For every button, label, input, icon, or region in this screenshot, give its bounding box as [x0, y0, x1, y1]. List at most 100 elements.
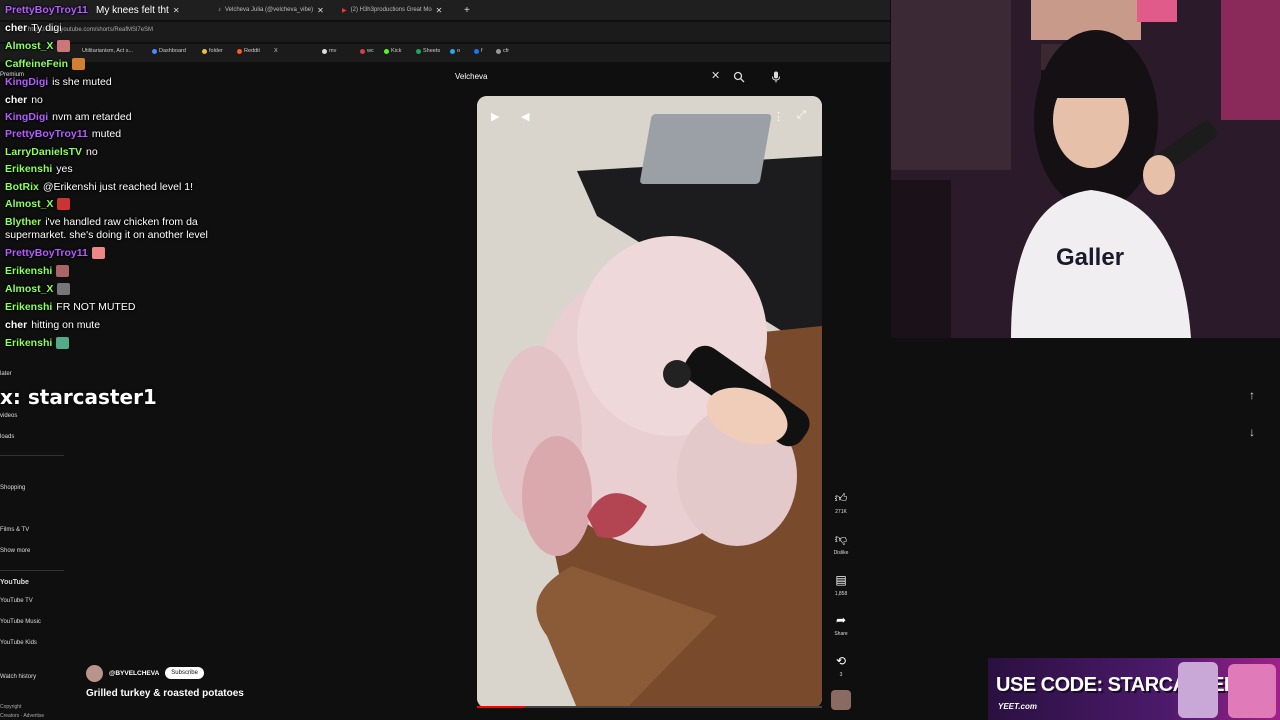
chat-username[interactable]: Almost_X	[5, 40, 53, 52]
search-icon[interactable]	[733, 70, 747, 84]
chat-username[interactable]: Erikenshi	[5, 163, 52, 175]
volume-icon[interactable]: ◀	[521, 110, 529, 123]
chat-username[interactable]: Blyther	[5, 216, 41, 228]
webcam-feed: Galler	[891, 0, 1280, 338]
microphone-icon[interactable]	[771, 70, 785, 84]
chat-message: PrettyBoyTroy11	[5, 247, 105, 259]
bookmark-item[interactable]: f	[474, 48, 483, 54]
subscribe-button[interactable]: Subscribe	[165, 667, 204, 679]
browser-tab-bar: My knees felt tht ✕ ♪ Velcheva Julia (@v…	[0, 0, 890, 20]
bookmark-item[interactable]: X	[274, 48, 278, 54]
bookmark-item[interactable]: mv	[322, 48, 336, 54]
bookmark-item[interactable]: wc	[360, 48, 374, 54]
avatar[interactable]	[86, 664, 103, 682]
sidebar-item-youtube-tv[interactable]: YouTube TV	[0, 598, 33, 604]
clear-icon[interactable]: ✕	[711, 69, 720, 82]
footer-link[interactable]: Copyright	[0, 704, 21, 710]
wc-icon	[360, 48, 365, 54]
chat-username[interactable]: KingDigi	[5, 76, 48, 88]
tab-active[interactable]: My knees felt tht ✕	[96, 2, 206, 18]
chat-username[interactable]: cher	[5, 22, 27, 34]
share-button[interactable]: ➦ Share	[831, 610, 851, 637]
chat-message: LarryDanielsTV no	[5, 146, 98, 158]
tab-velcheva[interactable]: ♪ Velcheva Julia (@velcheva_vibe) ✕	[218, 2, 330, 18]
chat-username[interactable]: CaffeineFein	[5, 58, 68, 70]
bookmark-item[interactable]: Dashboard	[152, 48, 186, 54]
more-options-icon[interactable]: ⋮	[773, 110, 784, 123]
play-icon[interactable]: ▶	[491, 110, 499, 123]
bookmark-item[interactable]: Kick	[384, 48, 401, 54]
chat-username[interactable]: LarryDanielsTV	[5, 146, 82, 158]
fullscreen-icon[interactable]: ⤢	[797, 109, 806, 122]
sidebar-item-films[interactable]: Films & TV	[0, 527, 29, 533]
sidebar-item-later[interactable]: later	[0, 371, 12, 377]
tab-h3h3[interactable]: ▶ (2) H3h3productions Great Mo ✕	[342, 2, 454, 18]
sidebar-item-videos[interactable]: videos	[0, 413, 17, 419]
chat-message: PrettyBoyTroy11	[5, 4, 88, 16]
progress-track[interactable]	[477, 706, 822, 708]
chat-message: Almost_X	[5, 283, 71, 295]
youtube-icon: ▶	[342, 7, 347, 14]
bookmark-item[interactable]: o	[450, 48, 460, 54]
chat-username[interactable]: PrettyBoyTroy11	[5, 128, 88, 140]
shirt-logo: Galler	[1056, 244, 1124, 271]
promo-mascot-art	[1228, 664, 1276, 718]
channel-name[interactable]: @BYVELCHEVA	[109, 670, 159, 677]
emote-icon	[91, 247, 105, 259]
bookmark-item[interactable]: folder	[202, 48, 223, 54]
chat-username[interactable]: BotRix	[5, 181, 39, 193]
chat-username[interactable]: cher	[5, 94, 27, 106]
next-video-button[interactable]: ↓	[1243, 423, 1261, 441]
address-bar[interactable]: https://www.youtube.com/shorts/ReafMSl7e…	[0, 22, 890, 42]
bookmark-item[interactable]: Reddit	[237, 48, 260, 54]
chat-message: BotRix @Erikenshi just reached level 1!	[5, 181, 193, 193]
chat-username[interactable]: Almost_X	[5, 283, 53, 295]
search-bar[interactable]: Velcheva ✕	[447, 68, 792, 86]
previous-video-button[interactable]: ↑	[1243, 386, 1261, 404]
chat-text: is she muted	[52, 76, 112, 88]
sidebar-divider	[0, 455, 64, 456]
search-input[interactable]: Velcheva	[455, 72, 487, 81]
sound-thumbnail[interactable]	[831, 690, 851, 710]
emote-icon	[57, 198, 71, 210]
dislike-button[interactable]: 👎︎ Dislike	[831, 529, 851, 556]
chat-username[interactable]: Erikenshi	[5, 301, 52, 313]
comments-button[interactable]: ▤ 1,858	[831, 570, 851, 597]
like-button[interactable]: 👍︎ 271K	[831, 488, 851, 515]
remix-button[interactable]: ⟲ 3	[831, 651, 851, 678]
sidebar-item-show-more[interactable]: Show more	[0, 548, 30, 554]
kick-icon	[384, 48, 389, 54]
bookmark-item[interactable]: Utilitarianism, Act s...	[82, 48, 133, 54]
chat-message: cher no	[5, 94, 43, 106]
bookmark-item[interactable]: cfr	[496, 48, 509, 54]
close-icon[interactable]: ✕	[173, 6, 180, 15]
telegram-icon	[450, 48, 455, 54]
close-icon[interactable]: ✕	[436, 6, 443, 15]
new-tab-button[interactable]: +	[464, 2, 470, 18]
chat-message: KingDigi is she muted	[5, 76, 112, 88]
tab-label: Velcheva Julia (@velcheva_vibe)	[225, 7, 314, 13]
comment-count: 1,858	[834, 591, 848, 597]
close-icon[interactable]: ✕	[317, 6, 324, 15]
sidebar-item-youtube-kids[interactable]: YouTube Kids	[0, 640, 37, 646]
sidebar-item-downloads[interactable]: loads	[0, 434, 14, 440]
chat-username[interactable]: PrettyBoyTroy11	[5, 247, 88, 259]
chat-username[interactable]: Almost_X	[5, 198, 53, 210]
chat-username[interactable]: KingDigi	[5, 111, 48, 123]
chat-message: Blyther i've handled raw chicken from da	[5, 216, 198, 228]
sidebar-section-title: YouTube	[0, 579, 29, 586]
chat-username[interactable]: PrettyBoyTroy11	[5, 4, 88, 16]
reddit-icon	[237, 48, 242, 54]
thumbs-down-icon: 👎︎	[834, 532, 848, 546]
sidebar-item-youtube-music[interactable]: YouTube Music	[0, 619, 41, 625]
bookmark-item[interactable]: Sheets	[416, 48, 440, 54]
chat-username[interactable]: Erikenshi	[5, 265, 52, 277]
emote-icon	[72, 58, 86, 70]
footer-link[interactable]: Creators · Advertise	[0, 713, 44, 719]
chat-username[interactable]: Erikenshi	[5, 337, 52, 349]
video-frame	[477, 96, 822, 708]
shorts-video-player[interactable]: ▶ ◀ ⋮ ⤢	[477, 96, 822, 708]
sidebar-item-shopping[interactable]: Shopping	[0, 485, 25, 491]
chat-username[interactable]: cher	[5, 319, 27, 331]
sidebar-item-history[interactable]: Watch history	[0, 674, 36, 680]
